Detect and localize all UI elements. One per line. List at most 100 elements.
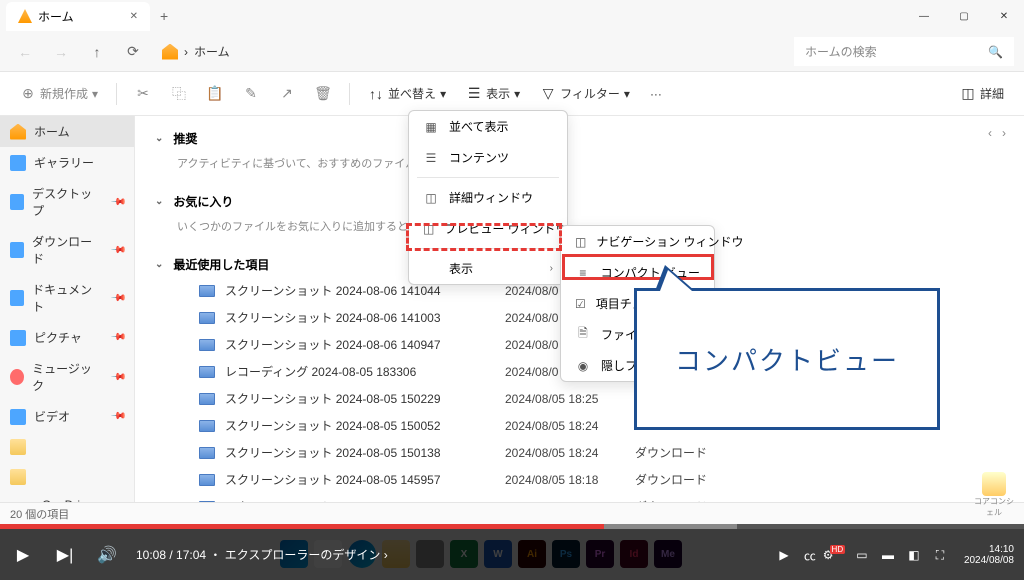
file-name: スクリーンショット 2024-08-05 150052 (225, 417, 495, 434)
forward-button[interactable]: → (46, 37, 76, 67)
image-file-icon (199, 312, 215, 324)
pin-icon: 📌 (109, 329, 126, 346)
pin-icon: 📌 (109, 242, 126, 259)
back-button[interactable]: ← (10, 37, 40, 67)
pin-icon: 📌 (109, 290, 126, 307)
more-button[interactable]: ··· (642, 82, 670, 106)
cut-button[interactable]: ✂ (127, 81, 159, 107)
desktop-icon (10, 194, 24, 210)
home-icon (162, 44, 178, 60)
view-button[interactable]: ☰表示▾ (458, 80, 528, 107)
menu-item-details-pane[interactable]: ◫詳細ウィンドウ (409, 182, 567, 213)
rename-button[interactable]: ✎ (235, 81, 267, 107)
section-recommended: ⌄推奨 アクティビティに基づいて、おすすめのファイルがここに表示 (155, 126, 1004, 175)
volume-button[interactable]: 🔊 (94, 542, 120, 568)
file-date: 2024/08/05 18:14 (505, 500, 625, 503)
sidebar-item-downloads[interactable]: ダウンロード📌 (0, 226, 134, 274)
sidebar-item-desktop[interactable]: デスクトップ📌 (0, 178, 134, 226)
close-button[interactable]: ✕ (984, 0, 1024, 32)
videos-icon (10, 409, 26, 425)
video-progress[interactable] (0, 524, 1024, 529)
cut-icon: ✂ (135, 86, 151, 102)
tray-autoplay-icon[interactable]: ▶ (776, 547, 792, 563)
file-name: スクリーンショット 2024-08-05 145957 (225, 471, 495, 488)
instruction-callout: コンパクトビュー (634, 288, 940, 430)
details-pane-button[interactable]: ◫詳細 (952, 80, 1012, 107)
sidebar-item-home[interactable]: ホーム (0, 116, 134, 147)
menu-item-show[interactable]: 表示› (409, 253, 567, 284)
rename-icon: ✎ (243, 86, 259, 102)
refresh-button[interactable]: ⟳ (118, 37, 148, 67)
file-name: スクリーンショット 2024-08-05 181358 (225, 498, 495, 502)
chevron-down-icon: ⌄ (155, 259, 163, 270)
sidebar-item-music[interactable]: ミュージック📌 (0, 353, 134, 401)
section-header[interactable]: ⌄推奨 (155, 126, 1004, 151)
sort-button[interactable]: ↑↓並べ替え▾ (360, 80, 454, 107)
file-date: 2024/08/05 18:24 (505, 446, 625, 460)
file-row[interactable]: スクリーンショット 2024-08-05 145957 2024/08/05 18… (155, 466, 1004, 493)
downloads-icon (10, 242, 24, 258)
tray-clock[interactable]: 14:10 2024/08/08 (964, 544, 1014, 566)
maximize-button[interactable]: ▢ (944, 0, 984, 32)
paste-icon: 📋 (207, 86, 223, 102)
copy-icon: ⿻ (171, 86, 187, 102)
tray-theater-icon[interactable]: ▬ (880, 547, 896, 563)
image-file-icon (199, 339, 215, 351)
up-button[interactable]: ↑ (82, 37, 112, 67)
sidebar-item-gallery[interactable]: ギャラリー (0, 147, 134, 178)
menu-item-content[interactable]: ☰コンテンツ (409, 142, 567, 173)
section-header[interactable]: ⌄お気に入り (155, 189, 1004, 214)
chevron-down-icon: ⌄ (155, 133, 163, 144)
menu-item-tiles[interactable]: ▦並べて表示 (409, 111, 567, 142)
compact-icon: ≡ (575, 265, 591, 281)
menu-item-preview-pane[interactable]: ◫プレビュー ウィンドウ (409, 213, 567, 244)
sidebar-folder[interactable] (0, 432, 134, 462)
folder-icon (10, 439, 26, 455)
chevron-right-icon: › (550, 263, 553, 274)
content-icon: ☰ (423, 150, 439, 166)
sidebar-item-onedrive[interactable]: ›☁OneDrive (0, 492, 134, 502)
sidebar-item-documents[interactable]: ドキュメント📌 (0, 274, 134, 322)
share-icon: ↗ (279, 86, 295, 102)
sidebar-folder[interactable] (0, 462, 134, 492)
pane-icon: ◫ (575, 234, 586, 250)
sidebar-item-pictures[interactable]: ピクチャ📌 (0, 322, 134, 353)
delete-button[interactable]: 🗑 (307, 81, 339, 107)
tray-fullscreen-icon[interactable]: ⛶ (932, 547, 948, 563)
home-icon (18, 9, 32, 23)
browser-tab[interactable]: ホーム ✕ (6, 2, 150, 31)
file-name: スクリーンショット 2024-08-06 140947 (225, 336, 495, 353)
share-button[interactable]: ↗ (271, 81, 303, 107)
filter-button[interactable]: ▽フィルター▾ (532, 80, 638, 107)
minimize-button[interactable]: — (904, 0, 944, 32)
tray-miniplayer-icon[interactable]: ▭ (854, 547, 870, 563)
paste-button[interactable]: 📋 (199, 81, 231, 107)
tray-settings-icon[interactable]: ⚙HD (828, 547, 844, 563)
file-date: 2024/08/05 18:18 (505, 473, 625, 487)
new-button[interactable]: ⊕新規作成▾ (12, 80, 106, 107)
sidebar-item-videos[interactable]: ビデオ📌 (0, 401, 134, 432)
play-button[interactable]: ▶ (10, 542, 36, 568)
section-description: アクティビティに基づいて、おすすめのファイルがここに表示 (155, 151, 1004, 175)
breadcrumb: ホーム (194, 43, 230, 60)
image-file-icon (199, 474, 215, 486)
file-row[interactable]: スクリーンショット 2024-08-05 181358 2024/08/05 18… (155, 493, 1004, 502)
close-tab-icon[interactable]: ✕ (130, 11, 138, 22)
next-icon[interactable]: › (1002, 126, 1006, 140)
address-bar[interactable]: › ホーム (154, 39, 788, 64)
next-button[interactable]: ▶| (52, 542, 78, 568)
tiles-icon: ▦ (423, 119, 439, 135)
copy-button[interactable]: ⿻ (163, 81, 195, 107)
prev-icon[interactable]: ‹ (988, 126, 992, 140)
file-name: スクリーンショット 2024-08-06 141003 (225, 309, 495, 326)
file-date: 2024/08/05 18:24 (505, 419, 625, 433)
image-file-icon (199, 420, 215, 432)
file-row[interactable]: スクリーンショット 2024-08-05 1501382024/08/05 18… (155, 439, 1004, 466)
pictures-icon (10, 330, 26, 346)
search-input[interactable]: ホームの検索 🔍 (794, 37, 1014, 66)
menu-item-nav-pane[interactable]: ◫ナビゲーション ウィンドウ (561, 226, 714, 257)
image-file-icon (199, 366, 215, 378)
new-tab-button[interactable]: + (150, 2, 178, 30)
tray-app-icon[interactable]: ◧ (906, 547, 922, 563)
tray-captions-icon[interactable]: ㏄ (802, 547, 818, 563)
